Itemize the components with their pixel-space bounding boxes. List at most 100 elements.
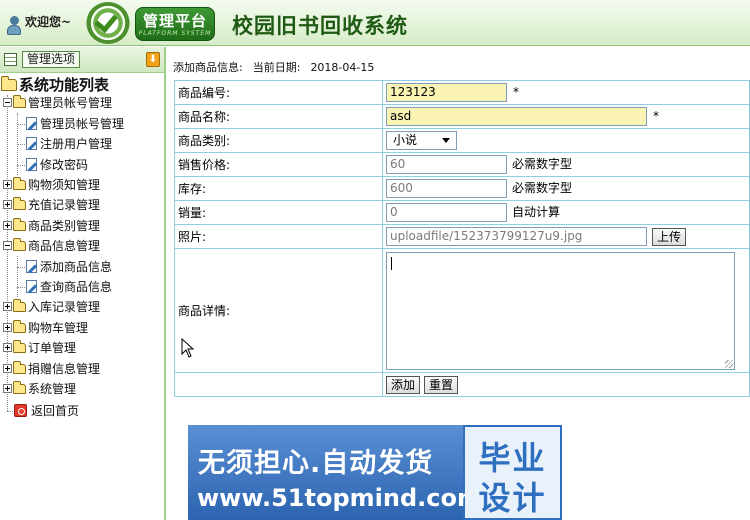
welcome-area: 欢迎您~ <box>0 0 84 46</box>
sidebar-group-product-info[interactable]: 商品信息管理 <box>3 236 100 256</box>
sidebar-header: 管理选项 ⬇ <box>0 47 164 73</box>
sidebar-group-orders[interactable]: 订单管理 <box>3 338 76 358</box>
sidebar-item-label: 查询商品信息 <box>40 280 113 294</box>
expand-icon[interactable] <box>3 343 12 352</box>
sidebar-group-category[interactable]: 商品类别管理 <box>3 216 100 236</box>
folder-icon <box>13 381 26 394</box>
category-select[interactable]: 小说 <box>386 131 457 150</box>
sidebar-group-label: 购物须知管理 <box>28 178 101 192</box>
header: 欢迎您~ 管理平台 PLATFORM SYSTEM 校园旧书回收系统 <box>0 0 750 46</box>
collapse-icon[interactable] <box>3 241 12 250</box>
sales-label: 销量: <box>174 200 383 225</box>
expand-icon[interactable] <box>3 384 12 393</box>
sidebar-group-label: 管理员帐号管理 <box>28 96 113 110</box>
sidebar-group-label: 入库记录管理 <box>28 300 101 314</box>
chevron-down-icon <box>442 138 450 143</box>
expand-icon[interactable] <box>3 180 12 189</box>
stock-input[interactable]: 600 <box>386 179 507 198</box>
sales-input[interactable]: 0 <box>386 203 507 222</box>
tree-root: 系统功能列表 <box>1 75 109 95</box>
banner-url: www.51topmind.com <box>197 484 482 512</box>
sidebar-group-system[interactable]: 系统管理 <box>3 379 76 399</box>
sidebar-group-label: 充值记录管理 <box>28 198 101 212</box>
folder-icon <box>13 299 26 312</box>
expand-icon[interactable] <box>3 200 12 209</box>
welcome-text: 欢迎您~ <box>25 15 72 29</box>
sidebar-tab-options[interactable]: 管理选项 <box>22 51 81 68</box>
mouse-pointer-icon <box>181 338 195 358</box>
code-label: 商品编号: <box>174 80 383 105</box>
button-row-spacer <box>174 372 383 397</box>
folder-icon <box>13 361 26 374</box>
expand-icon[interactable] <box>3 364 12 373</box>
expand-icon[interactable] <box>3 302 12 311</box>
tree-root-label: 系统功能列表 <box>19 76 110 94</box>
page-title: 添加商品信息: <box>173 61 243 74</box>
logo-text: 管理平台 <box>142 12 207 30</box>
watermark-banner: 无须担心.自动发货 www.51topmind.com 毕业 设计 <box>188 425 562 520</box>
sidebar-group-label: 捐赠信息管理 <box>28 362 101 376</box>
add-button[interactable]: 添加 <box>386 375 421 394</box>
app-title: 校园旧书回收系统 <box>232 13 408 38</box>
page-info: 添加商品信息: 当前日期: 2018-04-15 <box>173 59 384 75</box>
category-label: 商品类别: <box>174 128 383 153</box>
photo-path-input[interactable]: uploadfile/152373799127u9.jpg <box>386 227 647 246</box>
sidebar-item-home[interactable]: 返回首页 <box>14 401 79 421</box>
edit-doc-icon <box>26 260 37 273</box>
sidebar-item-label: 修改密码 <box>40 158 89 172</box>
price-input[interactable]: 60 <box>386 155 507 174</box>
name-label: 商品名称: <box>174 104 383 129</box>
sidebar-group-stock-records[interactable]: 入库记录管理 <box>3 297 100 317</box>
folder-open-icon <box>1 76 17 91</box>
sidebar-item-label: 管理员帐号管理 <box>40 117 125 131</box>
sidebar-item-query-product[interactable]: 查询商品信息 <box>26 277 112 297</box>
expand-icon[interactable] <box>3 323 12 332</box>
detail-label: 商品详情: <box>174 248 383 373</box>
folder-icon <box>13 197 26 210</box>
sidebar-item-label: 返回首页 <box>31 404 80 418</box>
folder-icon <box>13 238 26 251</box>
edit-doc-icon <box>26 280 37 293</box>
product-form: 商品编号: 123123 * 商品名称: asd * 商品类别: 小说 销售价格: … <box>174 80 750 397</box>
sidebar-item-admin-account[interactable]: 管理员帐号管理 <box>26 114 124 134</box>
price-hint: 必需数字型 <box>512 157 573 171</box>
collapse-icon[interactable] <box>3 98 12 107</box>
sidebar-group-recharge[interactable]: 充值记录管理 <box>3 195 100 215</box>
sidebar-group-label: 订单管理 <box>28 341 77 355</box>
expand-icon[interactable] <box>3 221 12 230</box>
sidebar-group-admin-account[interactable]: 管理员帐号管理 <box>3 93 112 113</box>
sidebar-item-change-password[interactable]: 修改密码 <box>26 155 88 175</box>
folder-icon <box>13 177 26 190</box>
product-code-input[interactable]: 123123 <box>386 83 507 102</box>
price-label: 销售价格: <box>174 152 383 177</box>
banner-word-bottom: 设计 <box>478 479 547 517</box>
category-selected-value: 小说 <box>393 133 418 147</box>
collapse-arrow-icon[interactable]: ⬇ <box>146 52 160 67</box>
logo-subtext: PLATFORM SYSTEM <box>138 30 212 37</box>
sidebar-item-add-product[interactable]: 添加商品信息 <box>26 257 112 277</box>
banner-right: 毕业 设计 <box>465 427 560 518</box>
stock-label: 库存: <box>174 176 383 201</box>
product-name-input[interactable]: asd <box>386 107 647 126</box>
upload-button[interactable]: 上传 <box>652 227 687 246</box>
stock-hint: 必需数字型 <box>512 181 573 195</box>
date-value: 2018-04-15 <box>310 61 375 74</box>
tree-guide <box>17 256 18 297</box>
sidebar-item-label: 注册用户管理 <box>40 137 113 151</box>
reset-button[interactable]: 重置 <box>424 375 459 394</box>
product-detail-textarea[interactable] <box>386 251 735 370</box>
sidebar-group-shopping-notice[interactable]: 购物须知管理 <box>3 175 100 195</box>
sidebar-group-cart[interactable]: 购物车管理 <box>3 318 88 338</box>
sidebar-group-donations[interactable]: 捐赠信息管理 <box>3 359 100 379</box>
sidebar-item-label: 添加商品信息 <box>40 260 113 274</box>
text-caret <box>391 256 392 270</box>
sidebar-item-registered-users[interactable]: 注册用户管理 <box>26 134 112 154</box>
home-icon <box>14 404 27 417</box>
sidebar-group-label: 购物车管理 <box>28 321 89 335</box>
resize-grip-icon[interactable] <box>725 359 733 368</box>
logo-plate: 管理平台 PLATFORM SYSTEM <box>135 7 215 41</box>
edit-doc-icon <box>26 117 37 130</box>
banner-left: 无须担心.自动发货 www.51topmind.com <box>188 425 482 520</box>
calendar-icon <box>4 53 17 66</box>
sidebar: 管理选项 ⬇ 系统功能列表 管理员帐号管理 管理员帐号管理 注册用户管理 修改密… <box>0 47 166 520</box>
